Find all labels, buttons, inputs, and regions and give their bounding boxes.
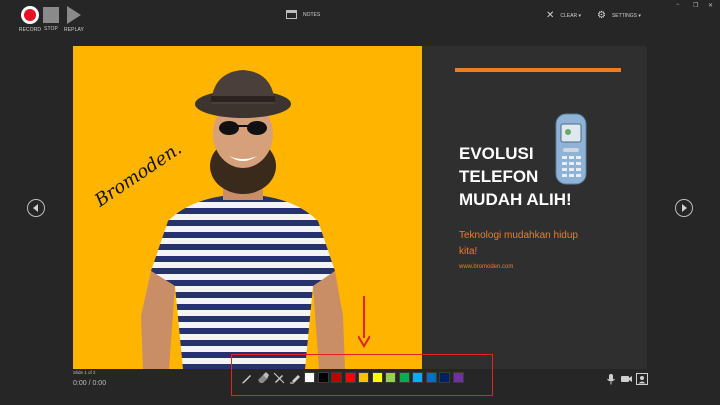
chevron-left-icon: [33, 204, 38, 212]
highlighter-icon[interactable]: [288, 372, 302, 384]
recording-timer: 0:00 / 0:00: [73, 380, 107, 387]
play-icon: [67, 6, 81, 24]
color-swatch-orange[interactable]: [358, 372, 369, 383]
replay-label: REPLAY: [64, 27, 84, 33]
slide-subtitle: Teknologi mudahkan hidup kita!: [459, 228, 609, 260]
color-swatch-dark-blue[interactable]: [439, 372, 450, 383]
clear-button[interactable]: ✕ CLEAR ▾: [546, 11, 581, 21]
subtitle-line: Teknologi mudahkan hidup: [459, 230, 578, 241]
record-icon: [21, 6, 39, 24]
color-swatch-black[interactable]: [317, 372, 329, 383]
stop-icon: [43, 7, 59, 23]
gear-icon: ⚙: [597, 10, 606, 21]
slide-url: www.bromoden.com: [459, 264, 514, 270]
clear-x-icon: ✕: [546, 10, 555, 21]
color-swatch-red[interactable]: [344, 372, 356, 383]
color-swatch-light-blue[interactable]: [412, 372, 423, 383]
close-button[interactable]: ✕: [708, 2, 713, 9]
color-swatch-green[interactable]: [398, 372, 410, 383]
slide-counter: Slide 1 of 2: [73, 370, 96, 375]
settings-button[interactable]: ⚙ SETTINGS ▾: [597, 11, 641, 21]
color-swatch-white[interactable]: [304, 372, 315, 383]
camera-preview-icon[interactable]: [636, 372, 648, 385]
camera-icon[interactable]: [620, 372, 632, 384]
notes-button[interactable]: NOTES: [286, 10, 320, 19]
restore-button[interactable]: ❐: [693, 2, 698, 9]
replay-button[interactable]: REPLAY: [61, 6, 87, 33]
clear-label: CLEAR ▾: [560, 13, 581, 19]
annotation-arrow-icon: [358, 296, 370, 348]
color-swatch-blue[interactable]: [425, 372, 437, 383]
minimize-button[interactable]: −: [676, 2, 680, 8]
pen-color-palette: [304, 372, 464, 383]
eraser-all-icon[interactable]: [272, 372, 286, 384]
title-line: MUDAH ALIH!: [459, 190, 572, 209]
color-swatch-purple[interactable]: [452, 372, 464, 383]
pen-tool-icon[interactable]: [240, 372, 254, 384]
color-swatch-yellow[interactable]: [371, 372, 383, 383]
color-swatch-dark-red[interactable]: [331, 372, 342, 383]
notes-icon: [286, 10, 297, 19]
microphone-icon[interactable]: [605, 372, 617, 385]
settings-label: SETTINGS ▾: [611, 13, 641, 19]
phone-image: [555, 113, 587, 185]
eraser-icon[interactable]: [256, 372, 270, 384]
pen-tool-group: [240, 372, 302, 384]
accent-bar: [455, 68, 621, 72]
subtitle-line: kita!: [459, 246, 478, 257]
color-swatch-light-green[interactable]: [385, 372, 396, 383]
previous-slide-button[interactable]: [27, 199, 45, 217]
slide-text-panel: EVOLUSI TELEFON MUDAH ALIH! Teknologi mu…: [422, 46, 647, 369]
chevron-right-icon: [682, 204, 687, 212]
notes-label: NOTES: [303, 11, 321, 18]
next-slide-button[interactable]: [675, 199, 693, 217]
recording-toolbar: RECORD STOP REPLAY NOTES ✕ CLEAR ▾ ⚙ SET…: [0, 0, 720, 36]
